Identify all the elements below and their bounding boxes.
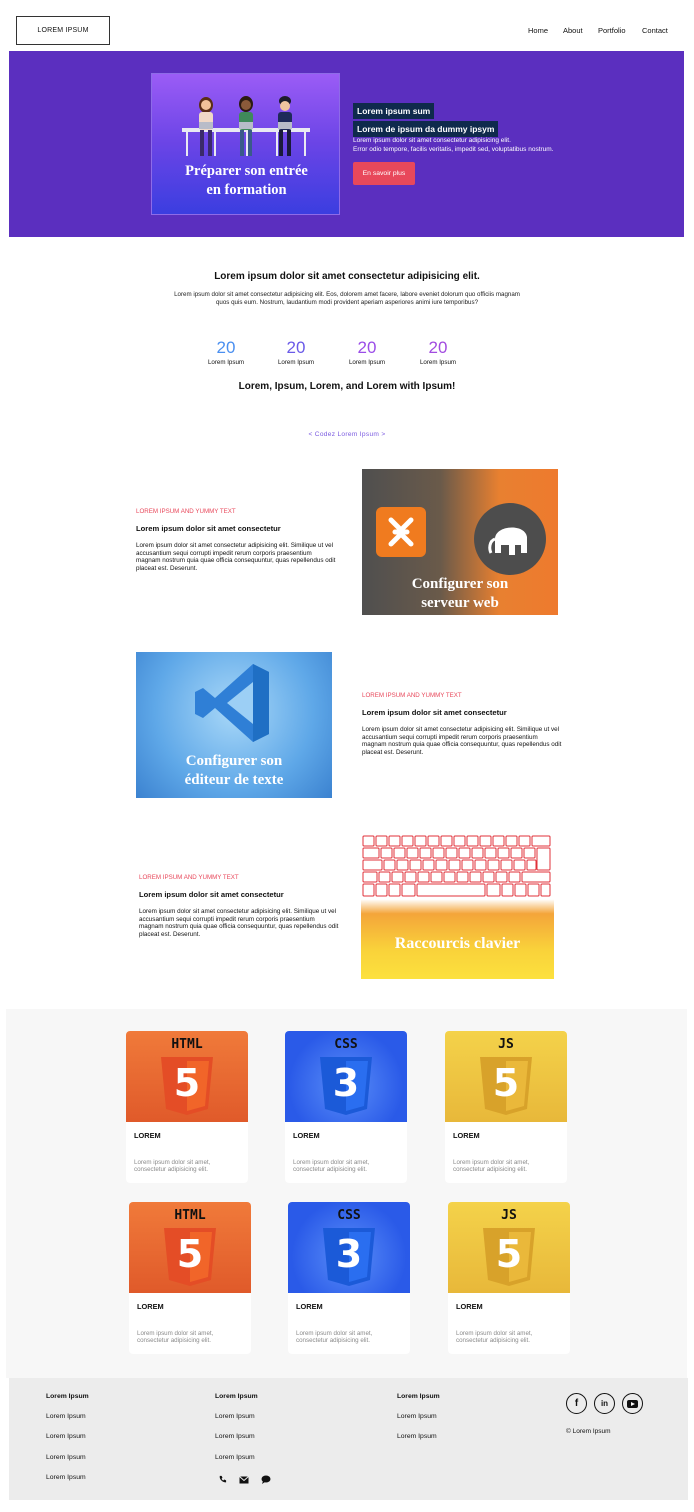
vscode-icon (195, 664, 269, 742)
hero-headline: Lorem ipsum sum Lorem de ipsum da dummy … (353, 101, 499, 137)
js-icon: JS 5 (445, 1031, 567, 1122)
facebook-icon[interactable]: f (566, 1393, 587, 1414)
feature-image-webserver: Configurer son serveur web (362, 469, 558, 615)
footer-link[interactable]: Lorem Ipsum (46, 1454, 86, 1461)
codez-link[interactable]: < Codez Lorem Ipsum > (0, 431, 694, 438)
xampp-icon (376, 507, 426, 557)
feature-text: Lorem ipsum dolor sit amet consectetur a… (139, 908, 339, 938)
footer-heading: Lorem Ipsum (46, 1393, 89, 1400)
people-illustration (182, 96, 310, 156)
footer-link[interactable]: Lorem Ipsum (397, 1413, 437, 1420)
stat-item: 20 Lorem Ipsum (419, 338, 457, 367)
nav-portfolio[interactable]: Portfolio (598, 26, 626, 35)
mail-icon[interactable] (239, 1475, 249, 1484)
card-text: Lorem ipsum dolor sit amet, consectetur … (296, 1330, 373, 1345)
card-title: LOREM (453, 1131, 480, 1140)
footer-link[interactable]: Lorem Ipsum (215, 1433, 255, 1440)
feature-text: Lorem ipsum dolor sit amet consectetur a… (136, 542, 336, 572)
feature-image-editor: Configurer son éditeur de texte (136, 652, 332, 798)
card-title: LOREM (293, 1131, 320, 1140)
feature-image-keyboard: Raccourcis clavier (361, 834, 554, 979)
html5-icon: HTML 5 (129, 1202, 251, 1293)
stat-item: 20 Lorem Ipsum (348, 338, 386, 367)
tech-card-css[interactable]: CSS 3 LOREM Lorem ipsum dolor sit amet, … (288, 1202, 410, 1354)
footer-heading: Lorem Ipsum (397, 1393, 440, 1400)
feature-text: Lorem ipsum dolor sit amet consectetur a… (362, 726, 562, 756)
tech-card-js[interactable]: JS 5 LOREM Lorem ipsum dolor sit amet, c… (448, 1202, 570, 1354)
footer-link[interactable]: Lorem Ipsum (46, 1413, 86, 1420)
feature-kicker: LOREM IPSUM AND YUMMY TEXT (139, 874, 239, 881)
tech-card-html[interactable]: HTML 5 LOREM Lorem ipsum dolor sit amet,… (126, 1031, 248, 1183)
summary-heading: Lorem, Ipsum, Lorem, and Lorem with Ipsu… (238, 381, 456, 392)
linkedin-icon[interactable]: in (594, 1393, 615, 1414)
social-links: f in (566, 1393, 643, 1414)
feature-title: Lorem ipsum dolor sit amet consectetur (139, 890, 284, 899)
hero-image-card: Préparer son entrée en formation (151, 73, 340, 215)
card-text: Lorem ipsum dolor sit amet, consectetur … (137, 1330, 214, 1345)
footer-link[interactable]: Lorem Ipsum (215, 1454, 255, 1461)
nav-contact[interactable]: Contact (642, 26, 668, 35)
feature-title: Lorem ipsum dolor sit amet consectetur (136, 524, 281, 533)
footer-contact-icons (218, 1475, 271, 1484)
footer-link[interactable]: Lorem Ipsum (46, 1474, 86, 1481)
card-text: Lorem ipsum dolor sit amet, consectetur … (453, 1159, 530, 1174)
card-text: Lorem ipsum dolor sit amet, consectetur … (456, 1330, 533, 1345)
html5-icon: HTML 5 (126, 1031, 248, 1122)
tech-card-html[interactable]: HTML 5 LOREM Lorem ipsum dolor sit amet,… (129, 1202, 251, 1354)
intro-heading: Lorem ipsum dolor sit amet consectetur a… (214, 271, 480, 282)
feature-kicker: LOREM IPSUM AND YUMMY TEXT (136, 508, 236, 515)
card-title: LOREM (134, 1131, 161, 1140)
feature-title: Lorem ipsum dolor sit amet consectetur (362, 708, 507, 717)
footer-link[interactable]: Lorem Ipsum (215, 1413, 255, 1420)
feature-text-block: LOREM IPSUM AND YUMMY TEXT Lorem ipsum d… (362, 692, 562, 756)
card-title: LOREM (456, 1302, 483, 1311)
hero-paragraph: Lorem ipsum dolor sit amet consectetur a… (353, 137, 554, 153)
card-title: LOREM (296, 1302, 323, 1311)
card-text: Lorem ipsum dolor sit amet, consectetur … (293, 1159, 370, 1174)
learn-more-button[interactable]: En savoir plus (353, 162, 415, 185)
footer-link[interactable]: Lorem Ipsum (46, 1433, 86, 1440)
card-title: LOREM (137, 1302, 164, 1311)
css3-icon: CSS 3 (288, 1202, 410, 1293)
tech-card-css[interactable]: CSS 3 LOREM Lorem ipsum dolor sit amet, … (285, 1031, 407, 1183)
tech-card-js[interactable]: JS 5 LOREM Lorem ipsum dolor sit amet, c… (445, 1031, 567, 1183)
mamp-elephant-icon (474, 503, 546, 575)
hero-card-title: Préparer son entrée en formation (185, 163, 308, 198)
stat-item: 20 Lorem Ipsum (207, 338, 245, 367)
keyboard-icon (362, 835, 551, 897)
footer-heading: Lorem Ipsum (215, 1393, 258, 1400)
stat-item: 20 Lorem Ipsum (277, 338, 315, 367)
footer-link[interactable]: Lorem Ipsum (397, 1433, 437, 1440)
youtube-icon[interactable] (622, 1393, 643, 1414)
nav-home[interactable]: Home (528, 26, 548, 35)
intro-paragraph: Lorem ipsum dolor sit amet consectetur a… (174, 291, 520, 306)
js-icon: JS 5 (448, 1202, 570, 1293)
css3-icon: CSS 3 (285, 1031, 407, 1122)
chat-icon[interactable] (261, 1475, 271, 1484)
nav-about[interactable]: About (563, 26, 583, 35)
card-text: Lorem ipsum dolor sit amet, consectetur … (134, 1159, 211, 1174)
feature-text-block: LOREM IPSUM AND YUMMY TEXT Lorem ipsum d… (136, 508, 336, 572)
copyright: © Lorem Ipsum (566, 1428, 611, 1435)
phone-icon[interactable] (218, 1475, 227, 1484)
feature-kicker: LOREM IPSUM AND YUMMY TEXT (362, 692, 462, 699)
feature-text-block: LOREM IPSUM AND YUMMY TEXT Lorem ipsum d… (139, 874, 339, 938)
logo-box[interactable]: LOREM IPSUM (16, 16, 110, 45)
logo-text: LOREM IPSUM (37, 27, 89, 34)
